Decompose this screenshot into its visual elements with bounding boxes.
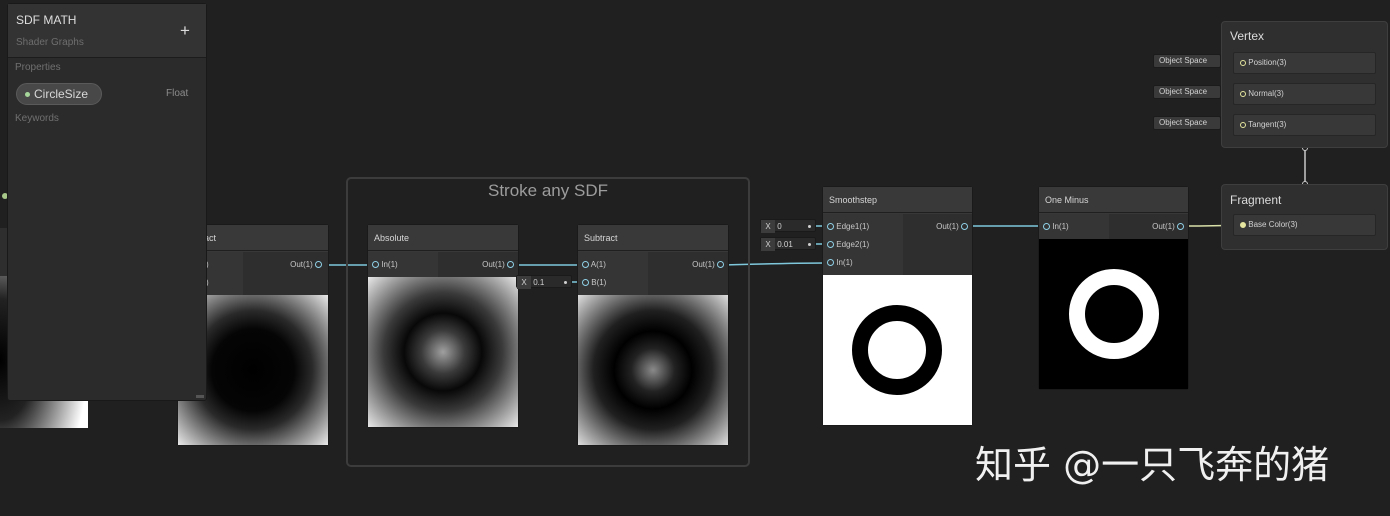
- port-dot-icon: [507, 261, 514, 269]
- output-port-out[interactable]: Out(1): [936, 220, 968, 234]
- input-port-edge2[interactable]: Edge2(1): [827, 238, 869, 252]
- object-space-field-position[interactable]: Object Space: [1153, 54, 1221, 68]
- node-ports: In(1) Out(1): [1039, 214, 1188, 239]
- blackboard-title: SDF MATH: [16, 13, 77, 27]
- vertex-title: Vertex: [1230, 29, 1265, 43]
- property-name: CircleSize: [34, 87, 89, 101]
- input-port-b[interactable]: B(1): [582, 276, 606, 290]
- node-ports: A(1) B(1) Out(1): [578, 252, 728, 295]
- resize-handle[interactable]: [196, 395, 204, 398]
- port-dot-icon: [827, 241, 834, 249]
- port-tangent[interactable]: Tangent(3): [1233, 114, 1376, 136]
- field-port-dot-icon: [808, 225, 811, 228]
- output-port-out[interactable]: Out(1): [692, 258, 724, 272]
- node-title: Subtract: [578, 225, 728, 251]
- keywords-header: Keywords: [15, 113, 59, 124]
- node-preview: [1039, 239, 1188, 389]
- port-normal[interactable]: Normal(3): [1233, 83, 1376, 105]
- port-position[interactable]: Position(3): [1233, 52, 1376, 74]
- node-preview: [578, 295, 728, 445]
- node-title: One Minus: [1039, 187, 1188, 213]
- object-space-field-tangent[interactable]: Object Space: [1153, 116, 1221, 130]
- blackboard-subtitle: Shader Graphs: [16, 37, 84, 48]
- input-port-in[interactable]: In(1): [372, 258, 398, 272]
- input-port-in[interactable]: In(1): [827, 256, 853, 270]
- node-ports: Edge1(1) Edge2(1) In(1) Out(1): [823, 214, 972, 275]
- output-port-out[interactable]: Out(1): [1152, 220, 1184, 234]
- field-port-dot-icon: [808, 243, 811, 246]
- input-port-edge1[interactable]: Edge1(1): [827, 220, 869, 234]
- smoothstep-node[interactable]: Smoothstep Edge1(1) Edge2(1) In(1) Out(1…: [822, 186, 973, 426]
- absolute-node[interactable]: Absolute In(1) Out(1): [367, 224, 519, 428]
- b-value-field[interactable]: X 0.1: [516, 275, 572, 289]
- output-port-out[interactable]: Out(1): [290, 258, 322, 272]
- subtract-node[interactable]: Subtract A(1) B(1) Out(1): [577, 224, 729, 446]
- fragment-block[interactable]: Fragment Base Color(3): [1221, 184, 1388, 250]
- node-preview: [368, 277, 518, 427]
- output-port-out[interactable]: Out(1): [482, 258, 514, 272]
- edge1-value-field[interactable]: X 0: [760, 219, 816, 233]
- property-type: Float: [166, 88, 189, 99]
- object-space-field-normal[interactable]: Object Space: [1153, 85, 1221, 99]
- port-base-color[interactable]: Base Color(3): [1233, 214, 1376, 236]
- add-property-button[interactable]: +: [180, 21, 190, 41]
- port-dot-icon: [1240, 121, 1246, 128]
- port-dot-icon: [1240, 221, 1246, 228]
- field-port-dot-icon: [564, 281, 567, 284]
- node-preview: [823, 275, 972, 425]
- property-type-dot-icon: [25, 92, 30, 97]
- property-pill[interactable]: CircleSize: [16, 83, 102, 105]
- edge2-value-field[interactable]: X 0.01: [760, 237, 816, 251]
- port-dot-icon: [582, 279, 589, 287]
- node-title: Smoothstep: [823, 187, 972, 213]
- port-dot-icon: [1177, 223, 1184, 231]
- port-dot-icon: [1240, 90, 1246, 97]
- watermark: 知乎 @一只飞奔的猪: [975, 443, 1330, 487]
- input-port-a[interactable]: A(1): [582, 258, 606, 272]
- port-dot-icon: [315, 261, 322, 269]
- node-title: Absolute: [368, 225, 518, 251]
- node-ports: In(1) Out(1): [368, 252, 518, 277]
- vertex-block[interactable]: Vertex Position(3) Normal(3) Tangent(3): [1221, 21, 1388, 148]
- properties-header: Properties: [15, 62, 61, 73]
- port-dot-icon: [827, 259, 834, 267]
- input-port-in[interactable]: In(1): [1043, 220, 1069, 234]
- one-minus-node[interactable]: One Minus In(1) Out(1): [1038, 186, 1189, 390]
- port-dot-icon: [372, 261, 379, 269]
- blackboard-panel[interactable]: SDF MATH Shader Graphs + Properties Circ…: [7, 3, 207, 401]
- port-dot-icon: [961, 223, 968, 231]
- group-title[interactable]: Stroke any SDF: [348, 181, 748, 201]
- port-dot-icon: [582, 261, 589, 269]
- fragment-title: Fragment: [1230, 193, 1282, 207]
- port-dot-icon: [827, 223, 834, 231]
- port-dot-icon: [717, 261, 724, 269]
- port-dot-icon: [1240, 59, 1246, 66]
- port-dot-icon: [1043, 223, 1050, 231]
